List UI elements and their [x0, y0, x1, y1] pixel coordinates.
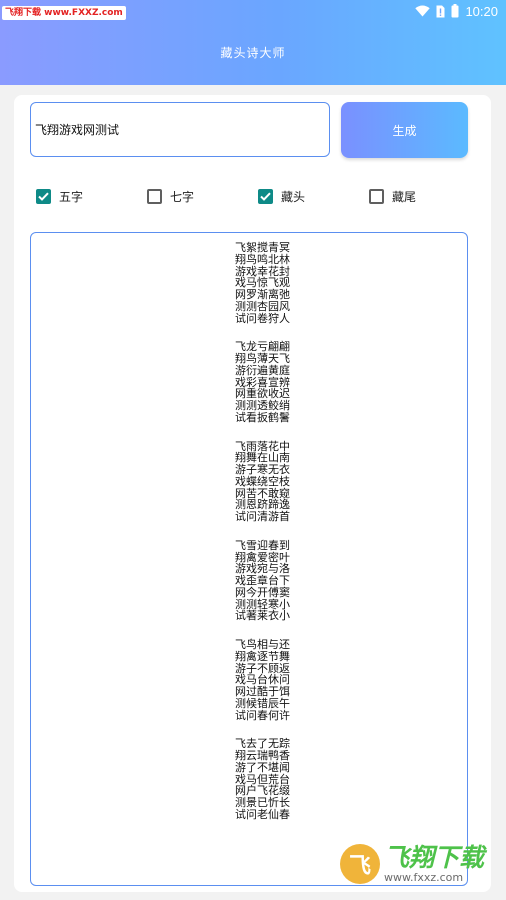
poem-line: 戏歪章台下 [235, 574, 290, 587]
poem: 飞去了无踪 翔云瑞鸭香 游了不堪闻 戏马但荒台 网户飞花缀 测景已忻长 试问老仙… [235, 738, 355, 820]
poem: 飞雪迎春到 翔禽爱密叶 游戏宛与洛 戏歪章台下 网今开傅窦 测测轻寒小 试著莱衣… [235, 538, 355, 623]
option-acrostic-tail[interactable]: 藏尾 [369, 187, 416, 205]
poem-line: 游了不堪闻 [235, 760, 290, 774]
bottom-watermark: 飞 飞翔下载 www.fxxz.com [340, 838, 496, 890]
poem-line: 飞絮搅青冥 [235, 241, 290, 254]
poem: 飞雨落花中 翔舞在山南 游子寒无衣 戏蝶绕空枝 网苦不敢窥 测恩跻蹄逸 试问清游… [235, 440, 355, 523]
sim-error-icon [436, 5, 445, 18]
poem-line: 测测透鲛绡 [235, 399, 290, 412]
poem-line: 翔禽逐节舞 [235, 649, 290, 663]
poem-line: 测景已忻长 [235, 796, 290, 809]
poem-line: 试著莱衣小 [235, 609, 290, 623]
poem-line: 试问清游首 [235, 510, 290, 523]
page-title: 藏头诗大师 [220, 46, 286, 60]
checkbox-checked-icon[interactable] [36, 188, 51, 204]
poem-line: 网今开傅窦 [235, 585, 290, 599]
poem-line: 试问春何许 [235, 708, 290, 722]
status-bar: 飞翔下载 www.FXXZ.com 10:20 [0, 0, 506, 22]
checkbox-checked-icon[interactable] [258, 188, 273, 204]
option-five-char[interactable]: 五字 [36, 187, 83, 205]
result-box[interactable]: 飞絮搅青冥 翔鸟鸣北林 游戏幸花封 戏马惊飞观 网罗渐离弛 测测杏园风 试问卷狩… [30, 232, 468, 886]
poem-line: 试问老仙春 [235, 807, 290, 821]
option-seven-char[interactable]: 七字 [147, 187, 194, 205]
poem-line: 翔鸟薄天飞 [235, 352, 290, 365]
app-header: 飞翔下载 www.FXXZ.com 10:20 藏头诗大师 [0, 0, 506, 85]
watermark-url: www.fxxz.com [384, 871, 464, 884]
watermark-text: 飞翔下载 www.fxxz.com [384, 844, 484, 884]
watermark-main: 飞翔下载 [384, 843, 485, 872]
text-input-value: 飞翔游戏网测试 [35, 123, 120, 137]
poem-line: 飞雪迎春到 [235, 538, 290, 552]
poem-line: 试看扳鹤鬐 [235, 410, 290, 424]
poem-line: 网罗渐离弛 [235, 288, 290, 301]
poem-line: 翔云瑞鸭香 [235, 749, 290, 762]
poem-line: 戏蝶绕空枝 [235, 474, 290, 488]
option-acrostic-head[interactable]: 藏头 [258, 187, 305, 205]
poem-line: 翔鸟鸣北林 [235, 252, 290, 266]
status-icons: 10:20 [415, 2, 498, 20]
battery-icon [451, 4, 459, 18]
status-time: 10:20 [465, 3, 498, 19]
poem-line: 测测杏园风 [235, 299, 290, 313]
watermark-logo-icon: 飞 [340, 844, 380, 884]
poem-list: 飞絮搅青冥 翔鸟鸣北林 游戏幸花封 戏马惊飞观 网罗渐离弛 测测杏园风 试问卷狩… [235, 242, 355, 838]
generate-button[interactable]: 生成 [341, 102, 468, 158]
top-watermark: 飞翔下载 www.FXXZ.com [2, 6, 126, 20]
text-input[interactable]: 飞翔游戏网测试 [30, 102, 330, 157]
poem: 飞絮搅青冥 翔鸟鸣北林 游戏幸花封 戏马惊飞观 网罗渐离弛 测测杏园风 试问卷狩… [235, 242, 355, 324]
poem-line: 飞鸟相与还 [235, 638, 290, 651]
main-card: 飞翔游戏网测试 生成 五字 七字 藏头 藏尾 飞絮搅青冥 翔鸟鸣北林 游戏幸花封… [14, 95, 491, 892]
checkbox-unchecked-icon[interactable] [147, 188, 162, 204]
option-label: 藏尾 [392, 189, 417, 204]
poem-line: 游衍遍黄庭 [235, 363, 290, 377]
option-label: 五字 [59, 189, 84, 204]
checkbox-unchecked-icon[interactable] [369, 188, 384, 204]
option-label: 藏头 [281, 189, 306, 204]
poem-line: 测候错辰午 [235, 696, 290, 710]
poem-line: 网过酷于饵 [235, 685, 290, 698]
wifi-icon [415, 5, 431, 17]
poem-line: 游子寒无衣 [235, 463, 290, 476]
poem: 飞鸟相与还 翔禽逐节舞 游子不顾返 戏马台休问 网过酷于饵 测候错辰午 试问春何… [235, 639, 355, 721]
option-label: 七字 [170, 189, 195, 204]
poem: 飞龙亏翩翩 翔鸟薄天飞 游衍遍黄庭 戏彩喜宣辨 网重欲收迟 测测透鲛绡 试看扳鹤… [235, 341, 355, 423]
poem-line: 试问卷狩人 [235, 311, 290, 325]
